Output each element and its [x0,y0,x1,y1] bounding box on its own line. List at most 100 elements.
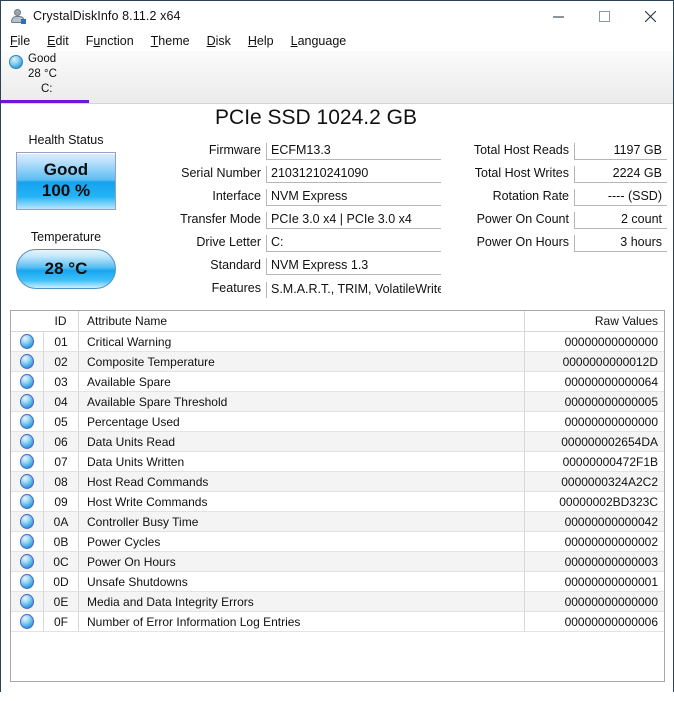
status-led-icon [20,594,34,609]
field-label: Power On Hours [476,235,569,249]
row-name: Available Spare Threshold [87,394,228,409]
row-id: 0A [43,512,79,531]
row-id: 08 [43,472,79,491]
row-status-cell [11,394,43,409]
close-button[interactable] [627,1,673,31]
field-label: Rotation Rate [492,189,569,203]
row-status-cell [11,494,43,509]
field-total-host-reads: Total Host Reads 1197 GB [456,137,667,160]
row-raw: 00000000000005 [524,392,664,411]
status-led-icon [20,414,34,429]
field-label: Power On Count [476,212,569,226]
table-row[interactable]: 0D Unsafe Shutdowns 00000000000001 [11,572,664,592]
status-led-icon [20,394,34,409]
table-row[interactable]: 03 Available Spare 00000000000064 [11,372,664,392]
table-row[interactable]: 0B Power Cycles 00000000000002 [11,532,664,552]
row-raw: 00000000000006 [524,612,664,631]
menu-bar: File Edit Function Theme Disk Help Langu… [1,31,673,51]
field-value: ECFM13.3 [266,143,441,160]
row-name: Host Read Commands [87,474,209,489]
row-status-cell [11,454,43,469]
row-id: 0D [43,572,79,591]
status-led-icon [20,534,34,549]
disk-tab-temperature: 28 °C [28,68,57,80]
field-label: Firmware [208,143,261,157]
row-status-cell [11,414,43,429]
field-label: Transfer Mode [180,212,261,226]
row-raw: 00000000000064 [524,372,664,391]
field-label: Serial Number [181,166,261,180]
status-panel: Health Status Good 100 % Temperature 28 … [1,104,131,289]
header-attribute-name: Attribute Name [87,314,168,328]
row-name: Media and Data Integrity Errors [87,594,254,609]
health-status-label: Health Status [28,133,104,147]
disk-tab-c[interactable]: Good 28 °C C: [1,51,89,103]
window-controls [535,1,673,31]
table-row[interactable]: 01 Critical Warning 00000000000000 [11,332,664,352]
table-row[interactable]: 0F Number of Error Information Log Entri… [11,612,664,632]
table-row[interactable]: 02 Composite Temperature 0000000000012D [11,352,664,372]
smart-attributes-panel[interactable]: ID Attribute Name Raw Values 01 Critical… [10,310,665,682]
disk-tab-drive-letter: C: [41,83,53,95]
health-status-percent: 100 % [41,181,91,200]
field-total-host-writes: Total Host Writes 2224 GB [456,160,667,183]
table-row[interactable]: 05 Percentage Used 00000000000000 [11,412,664,432]
row-raw: 0000000324A2C2 [524,472,664,491]
table-row[interactable]: 04 Available Spare Threshold 00000000000… [11,392,664,412]
row-id: 09 [43,492,79,511]
row-raw: 00000000000002 [524,532,664,551]
row-id: 05 [43,412,79,431]
row-id: 0F [43,612,79,631]
row-id: 04 [43,392,79,411]
status-led-icon [20,554,34,569]
table-row[interactable]: 08 Host Read Commands 0000000324A2C2 [11,472,664,492]
row-name: Critical Warning [87,334,172,349]
row-status-cell [11,354,43,369]
row-raw: 00000000000000 [524,332,664,351]
menu-item-language[interactable]: Language [291,34,347,48]
table-row[interactable]: 0E Media and Data Integrity Errors 00000… [11,592,664,612]
field-value: NVM Express [266,189,441,206]
menu-item-help[interactable]: Help [248,34,274,48]
maximize-button[interactable] [581,1,627,31]
table-row[interactable]: 07 Data Units Written 00000000472F1B [11,452,664,472]
row-name: Power On Hours [87,554,176,569]
row-raw: 00000000472F1B [524,452,664,471]
table-row[interactable]: 0A Controller Busy Time 00000000000042 [11,512,664,532]
field-value: ---- (SSD) [574,189,667,206]
crystaldiskinfo-window: CrystalDiskInfo 8.11.2 x64 File Edit Fun… [0,0,674,701]
temperature-value: 28 °C [44,259,88,278]
status-led-icon [20,354,34,369]
row-raw: 00000000000000 [524,592,664,611]
field-power-on-count: Power On Count 2 count [456,206,667,229]
header-id: ID [43,311,79,331]
minimize-button[interactable] [535,1,581,31]
row-status-cell [11,334,43,349]
table-row[interactable]: 06 Data Units Read 000000002654DA [11,432,664,452]
field-rotation-rate: Rotation Rate ---- (SSD) [456,183,667,206]
row-id: 0B [43,532,79,551]
menu-item-edit[interactable]: Edit [47,34,69,48]
field-drive-letter: Drive Letter C: [171,229,441,252]
field-value: 2 count [574,212,667,229]
field-power-on-hours: Power On Hours 3 hours [456,229,667,252]
temperature-button[interactable]: 28 °C [16,249,116,289]
health-status-button[interactable]: Good 100 % [16,152,116,210]
menu-item-theme[interactable]: Theme [151,34,190,48]
table-row[interactable]: 09 Host Write Commands 00000002BD323C [11,492,664,512]
status-led-icon [20,334,34,349]
menu-item-file[interactable]: File [10,34,30,48]
field-value: 2224 GB [574,166,667,183]
row-name: Controller Busy Time [87,514,199,529]
table-row[interactable]: 0C Power On Hours 00000000000003 [11,552,664,572]
field-value: 1197 GB [574,143,667,160]
row-status-cell [11,374,43,389]
row-id: 0E [43,592,79,611]
status-led-icon [20,374,34,389]
menu-item-function[interactable]: Function [86,34,134,48]
menu-item-disk[interactable]: Disk [207,34,231,48]
field-value: NVM Express 1.3 [266,258,441,275]
row-name: Data Units Written [87,454,185,469]
maximize-icon [598,10,610,22]
row-raw: 00000000000003 [524,552,664,571]
